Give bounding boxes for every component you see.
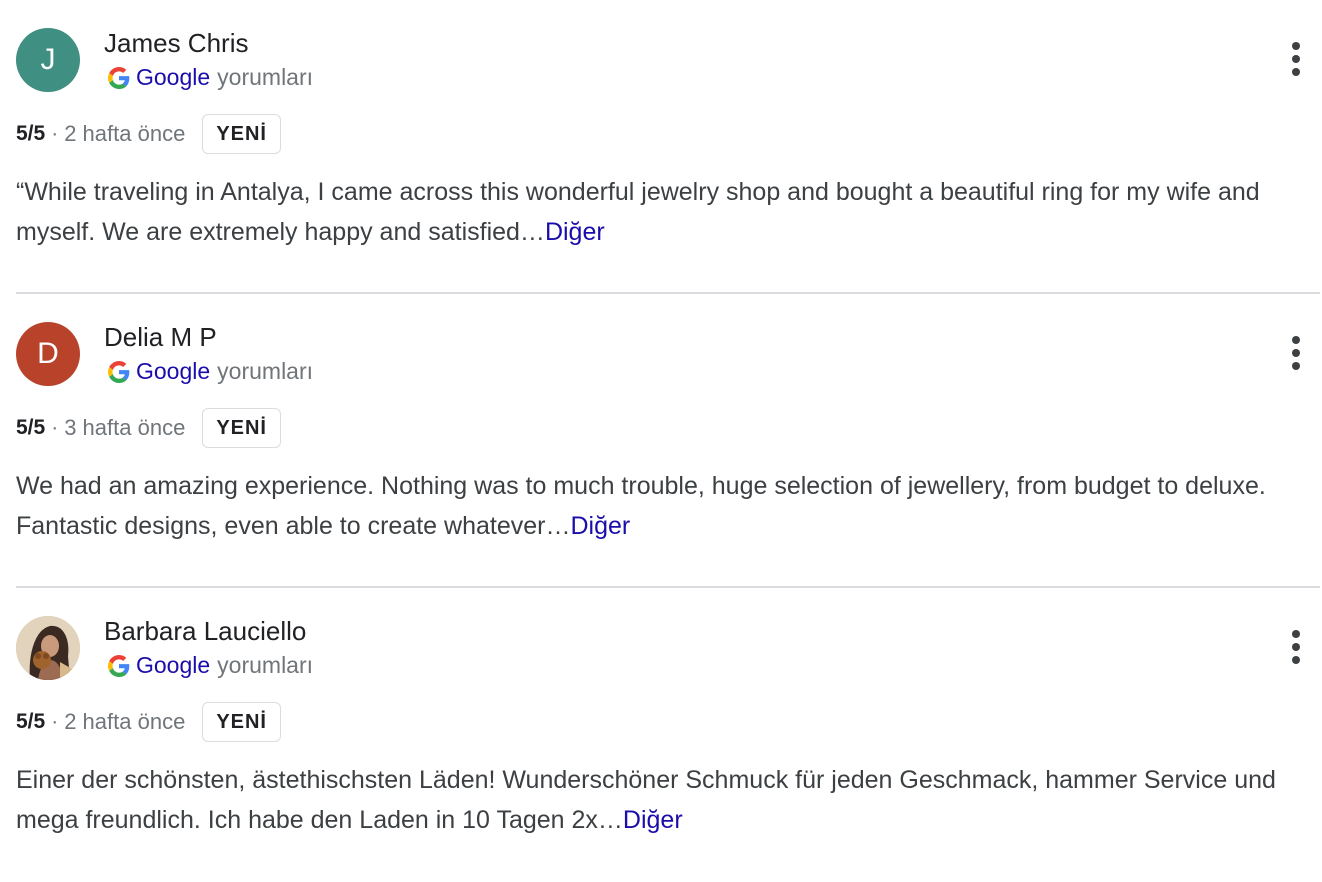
review-source[interactable]: Google yorumları [108, 358, 313, 385]
source-suffix: yorumları [217, 64, 314, 90]
reviewer-name[interactable]: James Chris [104, 28, 248, 59]
source-brand: Google [136, 652, 211, 678]
review-meta: 5/5 · 2 hafta önce YENİ [16, 700, 281, 744]
new-badge: YENİ [202, 702, 281, 742]
separator: · [51, 122, 59, 145]
avatar[interactable]: J [16, 28, 80, 92]
review-time: 3 hafta önce [64, 415, 186, 440]
more-link[interactable]: Diğer [570, 512, 630, 540]
more-vert-icon[interactable] [1290, 42, 1302, 78]
review-body: We had an amazing experience. Nothing wa… [16, 472, 1266, 540]
rating: 5/5 [16, 122, 46, 145]
source-suffix: yorumları [217, 652, 314, 678]
google-g-icon [108, 654, 130, 677]
avatar[interactable] [16, 616, 80, 680]
review-time: 2 hafta önce [64, 709, 186, 734]
reviewer-name[interactable]: Barbara Lauciello [104, 616, 306, 647]
review-time: 2 hafta önce [64, 121, 186, 146]
more-vert-icon[interactable] [1290, 336, 1302, 372]
separator: · [51, 710, 59, 733]
new-badge: YENİ [202, 114, 281, 154]
review-item: D Delia M P Google yorumları 5/5 · 3 haf… [0, 294, 1322, 588]
source-brand: Google [136, 64, 211, 90]
review-text: Einer der schönsten, ästethischsten Läde… [16, 760, 1316, 840]
more-link[interactable]: Diğer [545, 218, 605, 246]
review-source[interactable]: Google yorumları [108, 64, 313, 91]
review-meta: 5/5 · 3 hafta önce YENİ [16, 406, 281, 450]
profile-photo-icon [16, 616, 80, 680]
new-badge: YENİ [202, 408, 281, 448]
more-link[interactable]: Diğer [623, 806, 683, 834]
review-item: Barbara Lauciello Google yorumları 5/5 ·… [0, 588, 1322, 882]
review-text: “While traveling in Antalya, I came acro… [16, 172, 1316, 252]
reviews-list: J James Chris Google yorumları 5/5 · 2 h… [0, 0, 1322, 882]
rating: 5/5 [16, 710, 46, 733]
separator: · [51, 416, 59, 439]
source-suffix: yorumları [217, 358, 314, 384]
review-meta: 5/5 · 2 hafta önce YENİ [16, 112, 281, 156]
review-source[interactable]: Google yorumları [108, 652, 313, 679]
more-vert-icon[interactable] [1290, 630, 1302, 666]
source-brand: Google [136, 358, 211, 384]
rating: 5/5 [16, 416, 46, 439]
review-text: We had an amazing experience. Nothing wa… [16, 466, 1316, 546]
google-g-icon [108, 66, 130, 89]
google-g-icon [108, 360, 130, 383]
review-body: “While traveling in Antalya, I came acro… [16, 178, 1260, 246]
avatar[interactable]: D [16, 322, 80, 386]
review-item: J James Chris Google yorumları 5/5 · 2 h… [0, 0, 1322, 294]
reviewer-name[interactable]: Delia M P [104, 322, 217, 353]
